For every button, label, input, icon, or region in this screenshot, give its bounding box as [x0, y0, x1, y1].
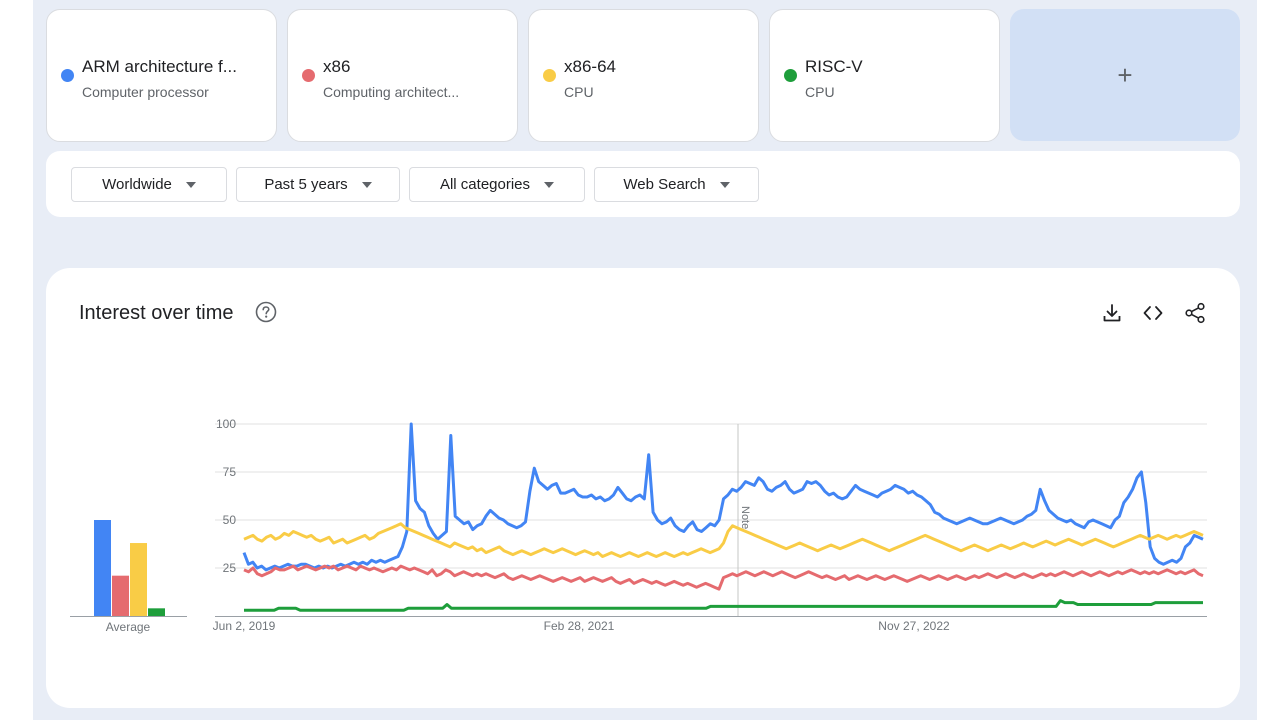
filter-bar: Worldwide Past 5 years All categories We… [46, 151, 1240, 217]
help-icon[interactable] [255, 301, 277, 323]
category-label: All categories [439, 176, 531, 193]
term-title: x86-64 [564, 57, 616, 76]
term-card-x86-64[interactable]: x86-64 CPU [528, 9, 759, 142]
term-title: RISC-V [805, 57, 863, 76]
term-subtitle: CPU [564, 84, 594, 100]
caret-down-icon [185, 181, 196, 188]
term-subtitle: CPU [805, 84, 835, 100]
term-card-arm[interactable]: ARM architecture f... Computer processor [46, 9, 277, 142]
caret-down-icon [544, 181, 555, 188]
time-range-dropdown[interactable]: Past 5 years [236, 167, 400, 202]
term-title: ARM architecture f... [82, 57, 237, 76]
download-icon[interactable] [1101, 302, 1123, 324]
search-type-label: Web Search [623, 176, 706, 193]
embed-icon[interactable] [1142, 302, 1164, 324]
category-dropdown[interactable]: All categories [409, 167, 585, 202]
share-icon[interactable] [1184, 302, 1206, 324]
panel-title: Interest over time [79, 302, 234, 324]
search-type-dropdown[interactable]: Web Search [594, 167, 759, 202]
term-card-risc-v[interactable]: RISC-V CPU [769, 9, 1000, 142]
caret-down-icon [719, 181, 730, 188]
interest-over-time-panel: Interest over time [46, 268, 1240, 708]
term-color-dot [784, 69, 797, 82]
term-subtitle: Computing architect... [323, 84, 460, 100]
caret-down-icon [361, 181, 372, 188]
add-comparison-button[interactable]: + [1010, 9, 1240, 141]
region-dropdown[interactable]: Worldwide [71, 167, 227, 202]
term-color-dot [61, 69, 74, 82]
term-subtitle: Computer processor [82, 84, 209, 100]
term-color-dot [543, 69, 556, 82]
time-range-label: Past 5 years [264, 176, 348, 193]
plus-icon: + [1117, 59, 1133, 90]
term-card-x86[interactable]: x86 Computing architect... [287, 9, 518, 142]
region-label: Worldwide [102, 176, 172, 193]
term-color-dot [302, 69, 315, 82]
term-title: x86 [323, 57, 351, 76]
